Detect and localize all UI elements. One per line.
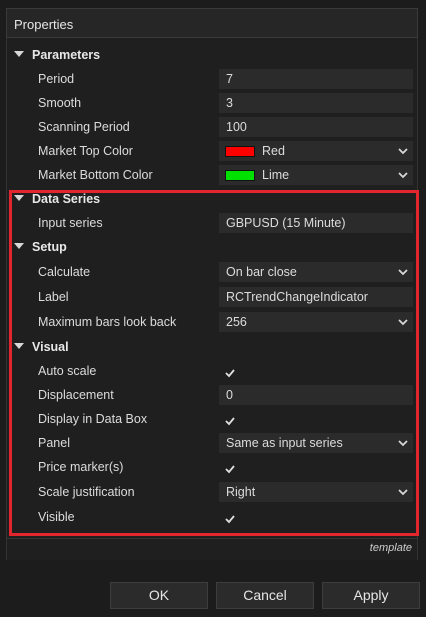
smooth-input[interactable]: 3 — [219, 93, 413, 113]
property-label: Displacement — [38, 388, 114, 402]
property-value: RCTrendChangeIndicator — [226, 290, 368, 304]
max-bars-select[interactable]: 256 — [219, 312, 413, 332]
template-bar: template — [6, 538, 418, 560]
property-value: Same as input series — [226, 436, 343, 450]
property-label: Visible — [38, 510, 75, 524]
visible-checkbox[interactable] — [225, 511, 235, 524]
display-data-box-checkbox[interactable] — [225, 413, 235, 426]
color-swatch — [225, 146, 255, 157]
period-input[interactable]: 7 — [219, 69, 413, 89]
chevron-down-icon[interactable] — [398, 317, 408, 327]
property-label: Price marker(s) — [38, 460, 124, 474]
property-value: Lime — [262, 168, 290, 182]
collapse-caret-icon[interactable] — [14, 343, 24, 349]
price-markers-checkbox[interactable] — [225, 461, 235, 474]
market-bottom-color-select[interactable]: Lime — [219, 165, 413, 185]
category-parameters[interactable]: Parameters — [7, 43, 417, 67]
category-label: Data Series — [32, 192, 101, 206]
property-row-panel: Panel Same as input series — [7, 431, 417, 455]
property-value: 100 — [226, 120, 247, 134]
collapse-caret-icon[interactable] — [14, 51, 24, 57]
property-label: Market Bottom Color — [38, 168, 153, 182]
input-series-field[interactable]: GBPUSD (15 Minute) — [219, 213, 413, 233]
category-setup[interactable]: Setup — [7, 235, 417, 259]
property-label: Scale justification — [38, 485, 135, 499]
chevron-down-icon[interactable] — [398, 487, 408, 497]
label-input[interactable]: RCTrendChangeIndicator — [219, 287, 413, 307]
property-label: Maximum bars look back — [38, 315, 177, 329]
category-label: Parameters — [32, 48, 101, 62]
category-label: Visual — [32, 340, 69, 354]
property-label: Label — [38, 290, 69, 304]
scanning-period-input[interactable]: 100 — [219, 117, 413, 137]
property-value: 256 — [226, 315, 247, 329]
property-row-displacement: Displacement 0 — [7, 383, 417, 407]
category-visual[interactable]: Visual — [7, 335, 417, 359]
property-value: Right — [226, 485, 256, 499]
displacement-input[interactable]: 0 — [219, 385, 413, 405]
auto-scale-checkbox[interactable] — [225, 365, 235, 378]
scale-justification-select[interactable]: Right — [219, 482, 413, 502]
property-row-label: Label RCTrendChangeIndicator — [7, 285, 417, 309]
property-row-auto-scale: Auto scale — [7, 359, 417, 383]
property-value: Red — [262, 144, 285, 158]
chevron-down-icon[interactable] — [398, 267, 408, 277]
property-row-visible: Visible — [7, 505, 417, 529]
property-value: 3 — [226, 96, 233, 110]
property-value: 7 — [226, 72, 233, 86]
property-row-max-bars: Maximum bars look back 256 — [7, 310, 417, 334]
cancel-button[interactable]: Cancel — [216, 582, 314, 609]
property-value: GBPUSD (15 Minute) — [226, 216, 346, 230]
ok-button[interactable]: OK — [110, 582, 208, 609]
chevron-down-icon[interactable] — [398, 146, 408, 156]
property-label: Period — [38, 72, 75, 86]
property-grid: Parameters Period 7 Smooth 3 Scanning Pe… — [6, 38, 418, 560]
property-row-scale-justification: Scale justification Right — [7, 480, 417, 504]
property-label: Panel — [38, 436, 70, 450]
property-row-period: Period 7 — [7, 67, 417, 91]
chevron-down-icon[interactable] — [398, 170, 408, 180]
title-bar: Properties — [6, 8, 418, 38]
color-swatch — [225, 170, 255, 181]
property-row-display-data-box: Display in Data Box — [7, 407, 417, 431]
property-label: Calculate — [38, 265, 91, 279]
market-top-color-select[interactable]: Red — [219, 141, 413, 161]
property-value: 0 — [226, 388, 233, 402]
property-row-input-series: Input series GBPUSD (15 Minute) — [7, 211, 417, 235]
property-label: Smooth — [38, 96, 82, 110]
property-label: Auto scale — [38, 364, 97, 378]
property-row-market-top-color: Market Top Color Red — [7, 139, 417, 163]
property-row-scanning-period: Scanning Period 100 — [7, 115, 417, 139]
property-row-market-bottom-color: Market Bottom Color Lime — [7, 163, 417, 187]
property-label: Scanning Period — [38, 120, 130, 134]
property-row-smooth: Smooth 3 — [7, 91, 417, 115]
properties-window: Properties Parameters Period 7 Smooth 3 … — [0, 0, 426, 617]
chevron-down-icon[interactable] — [398, 438, 408, 448]
property-label: Market Top Color — [38, 144, 133, 158]
collapse-caret-icon[interactable] — [14, 243, 24, 249]
property-label: Display in Data Box — [38, 412, 148, 426]
panel-select[interactable]: Same as input series — [219, 433, 413, 453]
category-data-series[interactable]: Data Series — [7, 187, 417, 211]
property-value: On bar close — [226, 265, 297, 279]
property-label: Input series — [38, 216, 103, 230]
category-label: Setup — [32, 240, 67, 254]
collapse-caret-icon[interactable] — [14, 195, 24, 201]
window-title: Properties — [14, 17, 74, 32]
property-row-price-markers: Price marker(s) — [7, 455, 417, 479]
template-link[interactable]: template — [370, 542, 412, 554]
calculate-select[interactable]: On bar close — [219, 262, 413, 282]
property-row-calculate: Calculate On bar close — [7, 260, 417, 284]
apply-button[interactable]: Apply — [322, 582, 420, 609]
